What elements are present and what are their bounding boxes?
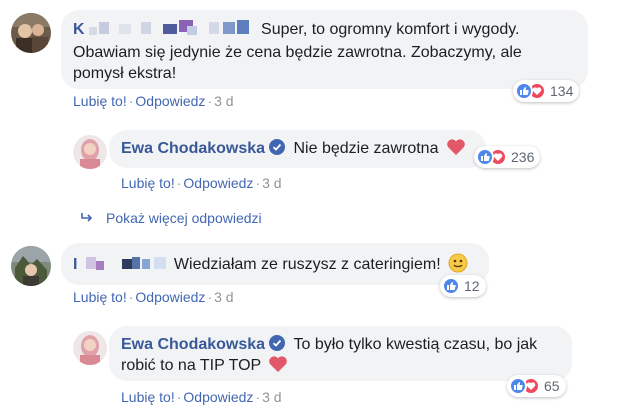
reaction-count: 134	[550, 83, 574, 99]
like-reaction-icon	[442, 277, 460, 295]
comment-bubble: I Wiedziałam ze ruszysz z cateringiem!	[61, 243, 489, 285]
like-reaction-icon	[476, 148, 494, 166]
avatar-photo	[73, 135, 107, 169]
timestamp[interactable]: 3 d	[262, 175, 281, 191]
show-more-replies-label: Pokaż więcej odpowiedzi	[106, 210, 262, 226]
redacted-name	[89, 18, 257, 42]
comment-text: pomysł ekstra!	[73, 65, 177, 82]
reactions-badge[interactable]: 65	[507, 375, 566, 397]
avatar[interactable]	[11, 13, 51, 53]
reply-link[interactable]: Odpowiedz	[183, 389, 253, 405]
comment-bubble: K Super, to ogromny komfort i wygody. Ob…	[61, 10, 588, 89]
comment-author[interactable]: K	[73, 21, 85, 38]
comment-author[interactable]: Ewa Chodakowska	[121, 140, 265, 157]
reactions-badge[interactable]: 134	[513, 80, 580, 102]
reply-link[interactable]: Odpowiedz	[135, 289, 205, 305]
reactions-badge[interactable]: 236	[474, 146, 541, 168]
redacted-name	[82, 253, 170, 277]
reply-link[interactable]: Odpowiedz	[135, 93, 205, 109]
comment-text: Super, to ogromny komfort i wygody.	[261, 21, 520, 38]
reaction-count: 12	[464, 278, 480, 294]
comment-text: robić to na TIP TOP	[121, 357, 261, 374]
comment-text: Wiedziałam ze ruszysz z cateringiem!	[173, 256, 441, 273]
avatar-photo	[11, 13, 51, 53]
reactions-badge[interactable]: 12	[440, 275, 486, 297]
comment-text: Nie będzie zawrotna	[293, 140, 439, 157]
comment-author[interactable]: I	[73, 256, 77, 273]
comment-actions: Lubię to! · Odpowiedz · 3 d	[73, 289, 234, 305]
comment-actions: Lubię to! · Odpowiedz · 3 d	[121, 389, 282, 405]
reaction-count: 236	[511, 149, 535, 165]
heart-emoji-icon	[446, 138, 466, 162]
comment-actions: Lubię to! · Odpowiedz · 3 d	[73, 93, 234, 109]
comment-text: To było tylko kwestią czasu, bo jak	[293, 336, 538, 353]
avatar[interactable]	[11, 246, 51, 286]
comment-author[interactable]: Ewa Chodakowska	[121, 336, 265, 353]
like-link[interactable]: Lubię to!	[121, 175, 175, 191]
verified-badge-icon	[269, 335, 286, 351]
timestamp[interactable]: 3 d	[214, 93, 233, 109]
timestamp[interactable]: 3 d	[214, 289, 233, 305]
like-link[interactable]: Lubię to!	[73, 93, 127, 109]
verified-badge-icon	[269, 139, 286, 155]
comment-actions: Lubię to! · Odpowiedz · 3 d	[121, 175, 282, 191]
comment-text: Obawiam się jedynie że cena będzie zawro…	[73, 44, 522, 61]
reaction-count: 65	[544, 378, 560, 394]
like-reaction-icon	[515, 82, 533, 100]
reply-link[interactable]: Odpowiedz	[183, 175, 253, 191]
avatar-photo	[73, 331, 107, 365]
heart-emoji-icon	[268, 355, 288, 379]
avatar[interactable]	[73, 331, 107, 365]
avatar-photo	[11, 246, 51, 286]
like-reaction-icon	[509, 377, 527, 395]
reply-arrow-icon	[80, 211, 94, 225]
like-link[interactable]: Lubię to!	[121, 389, 175, 405]
timestamp[interactable]: 3 d	[262, 389, 281, 405]
reply-bubble: Ewa Chodakowska Nie będzie zawrotna	[109, 130, 486, 168]
like-link[interactable]: Lubię to!	[73, 289, 127, 305]
show-more-replies-link[interactable]: Pokaż więcej odpowiedzi	[80, 210, 262, 226]
reply-bubble: Ewa Chodakowska To było tylko kwestią cz…	[109, 326, 572, 381]
avatar[interactable]	[73, 135, 107, 169]
